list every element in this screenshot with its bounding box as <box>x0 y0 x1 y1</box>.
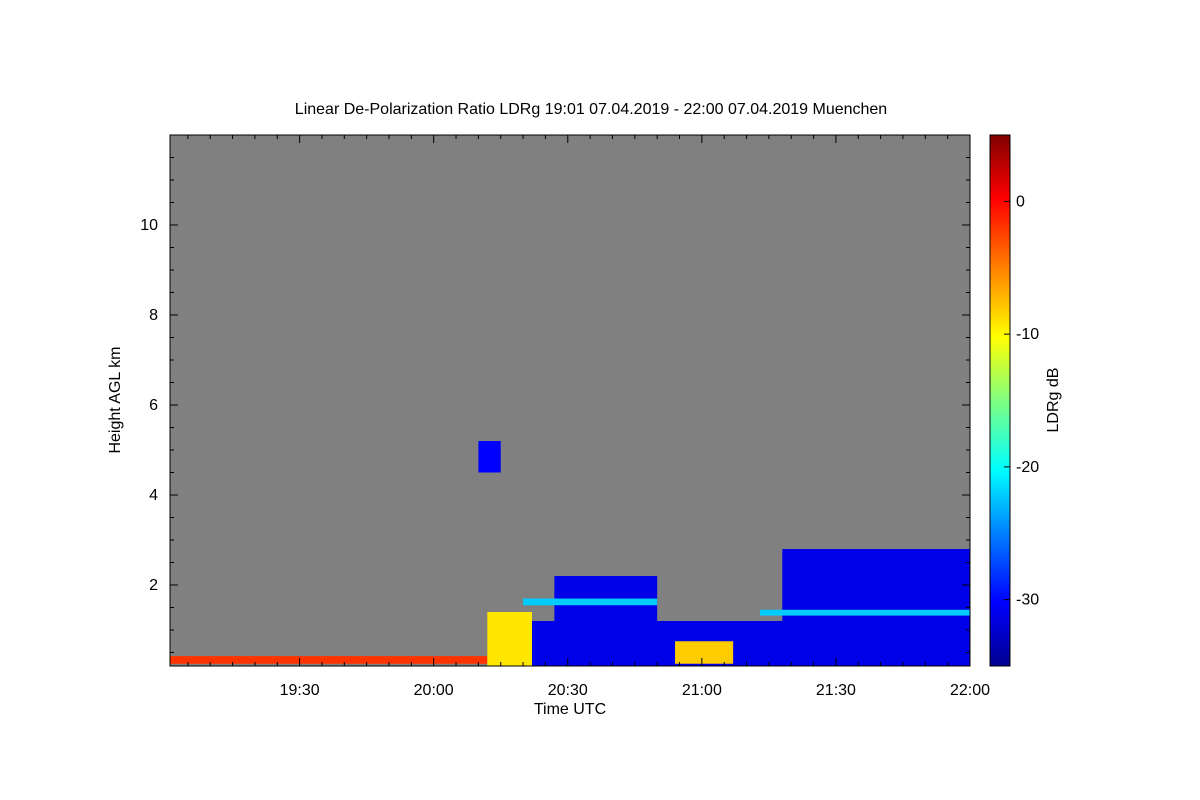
ldr-region-1 <box>487 612 533 666</box>
x-tick-label: 21:30 <box>816 682 856 699</box>
colorbar-tick-label: -30 <box>1016 592 1039 609</box>
y-tick-label: 10 <box>140 217 158 234</box>
x-axis-label: Time UTC <box>534 701 606 718</box>
colorbar <box>989 134 1011 667</box>
x-tick-label: 20:00 <box>414 682 454 699</box>
ldr-region-3 <box>554 576 658 666</box>
x-tick-label: 19:30 <box>280 682 320 699</box>
chart-title: Linear De-Polarization Ratio LDRg 19:01 … <box>295 101 887 118</box>
y-tick-label: 2 <box>149 577 158 594</box>
x-tick-label: 21:00 <box>682 682 722 699</box>
ldr-region-5 <box>675 641 734 664</box>
y-tick-label: 6 <box>149 397 158 414</box>
x-tick-label: 20:30 <box>548 682 588 699</box>
ldr-chart: Linear De-Polarization Ratio LDRg 19:01 … <box>107 101 1062 718</box>
colorbar-tick-label: 0 <box>1016 193 1025 210</box>
y-axis-label: Height AGL km <box>107 346 124 453</box>
ldr-region-4 <box>782 549 970 666</box>
colorbar-label: LDRg dB <box>1045 368 1062 433</box>
ldr-region-0 <box>170 656 488 664</box>
ldr-region-6 <box>523 598 658 606</box>
colorbar-tick-label: -20 <box>1016 459 1039 476</box>
ldr-region-7 <box>759 609 970 616</box>
y-tick-label: 4 <box>149 487 158 504</box>
x-tick-label: 22:00 <box>950 682 990 699</box>
colorbar-tick-label: -10 <box>1016 326 1039 343</box>
ldr-region-8 <box>478 441 501 473</box>
y-tick-label: 8 <box>149 307 158 324</box>
